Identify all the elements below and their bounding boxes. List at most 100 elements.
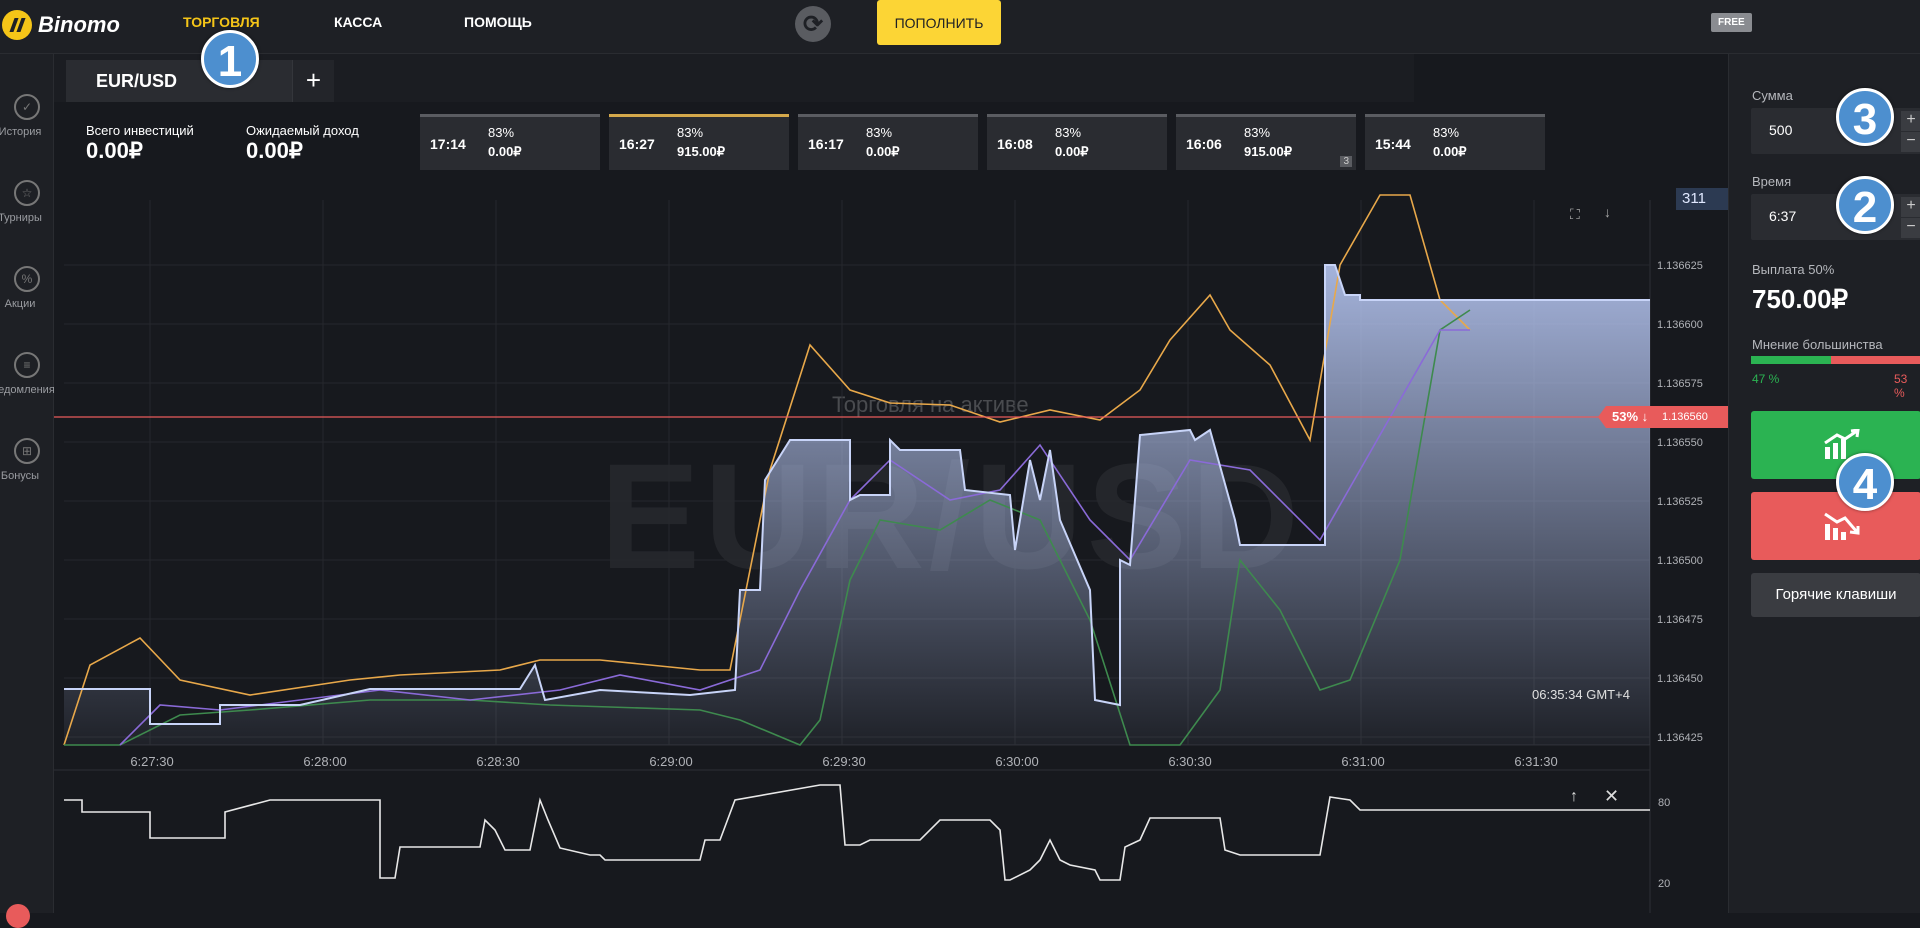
y-tick-label: 1.136550 [1657,437,1703,449]
deal-amount: 0.00₽ [1433,144,1467,159]
check-icon: ✓ [14,94,40,120]
y-tick-label: 1.136500 [1657,555,1703,567]
sum-plus-button[interactable]: + [1901,111,1920,131]
arrow-up-icon[interactable]: ↑ [1570,788,1578,806]
majority-up-percent: 47 % [1752,372,1780,386]
sidebar-item-label: Акции [4,298,36,310]
deal-card[interactable]: 15:44 83% 0.00₽ [1365,114,1545,170]
annotation-badge-4: 4 [1836,453,1894,511]
star-icon: ☆ [14,180,40,206]
deposit-button[interactable]: ПОПОЛНИТЬ [877,0,1001,45]
deal-amount: 915.00₽ [677,144,726,159]
majority-opinion-label: Мнение большинства [1752,337,1883,352]
chart-down-icon [1824,512,1860,540]
deal-amount: 0.00₽ [866,144,900,159]
deal-time: 15:44 [1375,136,1411,152]
sidebar-item-label: История [0,126,42,138]
sidebar-item-label: Бонусы [0,470,40,482]
deal-time: 16:17 [808,136,844,152]
annotation-badge-2: 2 [1836,176,1894,234]
expected-income-value: 0.00₽ [246,138,303,163]
majority-up-bar [1751,356,1831,364]
majority-down-percent: 53 % [1894,372,1908,400]
deal-percent: 83% [488,125,515,140]
hotkeys-button[interactable]: Горячие клавиши [1751,573,1920,617]
current-price-tag: 53% ↓ 1.136560 [1598,406,1728,428]
total-investment-label: Всего инвестиций [86,123,194,138]
majority-opinion-bar [1751,356,1920,364]
total-investment-value: 0.00₽ [86,138,143,163]
sidebar-item-promotions[interactable]: % Акции [0,266,54,310]
tab-label: EUR/USD [96,71,178,91]
deal-percent: 83% [866,125,893,140]
sidebar-item-label: Уведомления [0,384,55,396]
arrow-down-icon[interactable]: ↓ [1604,204,1611,220]
free-badge: FREE [1711,13,1752,32]
deal-card[interactable]: 16:06 83% 915.00₽ 3 [1176,114,1356,170]
deal-time: 16:08 [997,136,1033,152]
gift-icon: ⊞ [14,438,40,464]
oscillator-ticks: 80 20 [1658,797,1670,890]
logo-text: Binomo [38,12,120,37]
payout-label: Выплата 50% [1752,262,1835,277]
deal-card[interactable]: 16:17 83% 0.00₽ [798,114,978,170]
left-sidebar: ✓ История ☆ Турниры % Акции ≡ Уведомлени… [0,54,55,928]
deal-card[interactable]: 16:27 83% 915.00₽ [609,114,789,170]
sidebar-item-bonuses[interactable]: ⊞ Бонусы [0,438,54,482]
asset-watermark: EUR/USD [600,432,1304,600]
time-minus-button[interactable]: − [1901,218,1920,238]
deal-time: 16:06 [1186,136,1222,152]
y-tick-label: 1.136475 [1657,614,1703,626]
watermark-subtitle: Торговля на активе [832,392,1029,417]
deal-card[interactable]: 17:14 83% 0.00₽ [420,114,600,170]
nav-cashier[interactable]: КАССА [334,14,382,30]
deal-count-badge: 3 [1340,156,1352,167]
y-tick-label: 1.136450 [1657,673,1703,685]
time-value: 6:37 [1769,208,1797,224]
y-tick-label: 1.136575 [1657,378,1703,390]
binomo-logo[interactable]: Binomo [2,10,120,40]
majority-down-bar [1831,356,1920,364]
osc-tick-label: 80 [1658,797,1670,809]
tab-eurusd[interactable]: EUR/USD [66,60,292,102]
sidebar-item-history[interactable]: ✓ История [0,94,54,138]
y-tick-label: 1.136600 [1657,319,1703,331]
nav-help[interactable]: ПОМОЩЬ [464,14,532,30]
payout-value: 750.00₽ [1752,284,1849,314]
put-down-button[interactable] [1751,492,1920,560]
deal-percent: 83% [677,125,704,140]
y-tick-label: 1.136425 [1657,732,1703,744]
logo-mark-icon [2,10,32,40]
current-price-percent: 53% ↓ [1612,409,1649,424]
annotation-badge-3: 3 [1836,88,1894,146]
chart-timestamp: 06:35:34 GMT+4 [1532,687,1630,702]
deal-time: 17:14 [430,136,466,152]
close-icon[interactable]: ✕ [1604,786,1619,807]
nav-trading[interactable]: ТОРГОВЛЯ [183,14,260,30]
deal-time: 16:27 [619,136,655,152]
deal-card[interactable]: 16:08 83% 0.00₽ [987,114,1167,170]
sidebar-item-notifications[interactable]: ≡ Уведомления [0,352,55,396]
sync-icon[interactable]: ⟳ [795,6,831,42]
x-tick-label: 6:31:30 [1514,754,1557,769]
current-price-value: 1.136560 [1662,411,1708,423]
sum-minus-button[interactable]: − [1901,132,1920,152]
top-bar: Binomo ТОРГОВЛЯ КАССА ПОМОЩЬ ⟳ ПОПОЛНИТЬ… [0,0,1920,54]
y-tick-label: 1.136625 [1657,260,1703,272]
add-tab-button[interactable]: + [292,60,334,102]
deal-percent: 83% [1244,125,1271,140]
expected-income-label: Ожидаемый доход [246,123,359,138]
deal-percent: 83% [1433,125,1460,140]
deal-amount: 0.00₽ [1055,144,1089,159]
time-plus-button[interactable]: + [1901,197,1920,217]
sidebar-item-tournaments[interactable]: ☆ Турниры [0,180,54,224]
annotation-badge-1: 1 [201,30,259,88]
deal-amount: 915.00₽ [1244,144,1293,159]
osc-tick-label: 20 [1658,878,1670,890]
fullscreen-icon[interactable]: ⛶ [1570,206,1580,223]
call-up-button[interactable] [1751,411,1920,479]
sum-label: Сумма [1752,88,1793,103]
deal-percent: 83% [1055,125,1082,140]
chat-icon[interactable] [6,904,30,928]
percent-icon: % [14,266,40,292]
